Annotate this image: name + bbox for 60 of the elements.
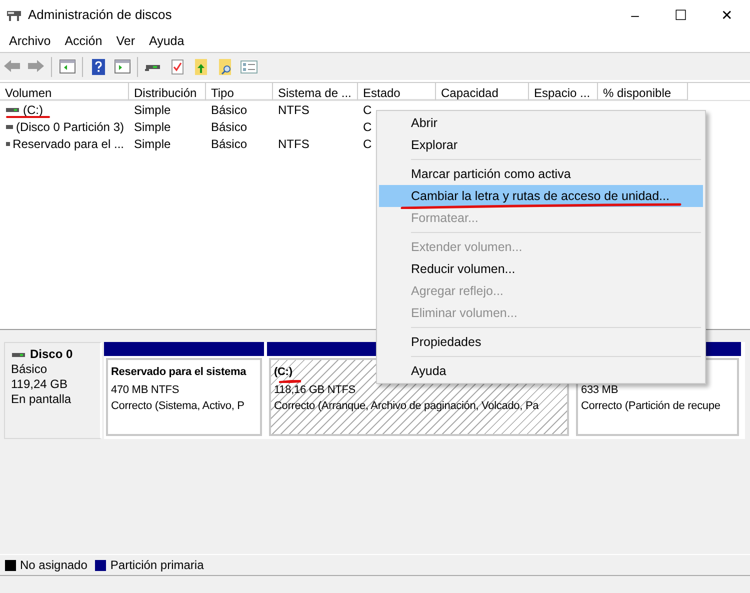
menu-item[interactable]: Acción xyxy=(58,32,110,50)
partition-status: Correcto (Partición de recupe xyxy=(581,398,720,414)
disk-management-icon xyxy=(6,8,22,22)
window-title: Administración de discos xyxy=(28,6,173,24)
folder-search-icon[interactable] xyxy=(216,58,234,76)
close-button[interactable]: ✕ xyxy=(704,0,750,30)
column-header[interactable]: Volumen xyxy=(0,83,129,100)
table-cell: Simple xyxy=(134,102,171,116)
column-header[interactable]: Capacidad xyxy=(436,83,529,100)
minimize-button[interactable]: – xyxy=(612,0,658,30)
table-cell: C xyxy=(363,102,372,116)
menu-item[interactable]: Ayuda xyxy=(142,32,192,50)
disk-name: Disco 0 xyxy=(30,347,73,362)
annotation-underline xyxy=(279,380,301,383)
table-cell: Simple xyxy=(134,120,171,134)
action-pane-icon[interactable] xyxy=(113,58,131,76)
context-menu-item[interactable]: Abrir xyxy=(379,112,703,134)
table-cell: Reservado para el ... xyxy=(12,137,124,151)
table-cell: Básico xyxy=(211,137,248,151)
partition-size: 633 MB xyxy=(581,382,618,398)
column-header[interactable]: Sistema de ... xyxy=(273,83,358,100)
maximize-button[interactable]: ☐ xyxy=(658,0,704,30)
column-header[interactable]: Espacio ... xyxy=(529,83,598,100)
disk-size: 119,24 GB xyxy=(11,377,68,392)
column-header[interactable]: % disponible xyxy=(598,83,688,100)
column-header[interactable]: Distribución xyxy=(129,83,206,100)
partition-size: 470 MB NTFS xyxy=(111,382,180,398)
partition-size: 118,16 GB NTFS xyxy=(274,382,356,398)
table-cell: NTFS xyxy=(278,137,310,151)
disk-status: En pantalla xyxy=(11,392,72,407)
table-cell: C xyxy=(363,137,372,151)
context-menu-item[interactable]: Explorar xyxy=(379,134,703,156)
context-menu-item[interactable]: Propiedades xyxy=(379,331,703,353)
partition-panel[interactable]: Reservado para el sistema 470 MB NTFS Correcto (Sistema, Activo, P xyxy=(106,358,262,436)
list-icon[interactable] xyxy=(240,58,258,76)
menu-item[interactable]: Ver xyxy=(109,32,142,50)
table-cell: Simple xyxy=(134,137,171,151)
annotation-underline xyxy=(6,116,50,118)
folder-up-icon[interactable] xyxy=(192,58,210,76)
context-menu-item[interactable]: Marcar partición como activa xyxy=(379,163,703,185)
table-cell: Básico xyxy=(211,102,248,116)
partition-status: Correcto (Arranque, Archivo de paginación, Volcado, Pa xyxy=(274,398,539,414)
legend-label: Partición primaria xyxy=(110,557,204,574)
partition-name: Reservado para el sistema xyxy=(111,364,246,380)
disk-type: Básico xyxy=(11,362,48,377)
partition-name: (C:) xyxy=(274,364,292,380)
table-cell: (C:) xyxy=(23,102,43,116)
table-cell: Básico xyxy=(211,120,248,134)
console-tree-icon[interactable] xyxy=(58,58,76,76)
table-cell: (Disco 0 Partición 3) xyxy=(16,120,124,134)
partition-status: Correcto (Sistema, Activo, P xyxy=(111,398,244,414)
menu-item[interactable]: Archivo xyxy=(2,32,58,50)
table-cell: C xyxy=(363,120,372,134)
table-cell: NTFS xyxy=(278,102,310,116)
column-header[interactable]: Estado xyxy=(358,83,436,100)
context-menu-item[interactable]: Cambiar la letra y rutas de acceso de unidad... xyxy=(379,185,703,207)
legend-label: No asignado xyxy=(20,557,88,574)
help-icon[interactable] xyxy=(89,58,107,76)
context-menu-item[interactable]: Reducir volumen... xyxy=(379,258,703,280)
column-header[interactable]: Tipo xyxy=(206,83,273,100)
